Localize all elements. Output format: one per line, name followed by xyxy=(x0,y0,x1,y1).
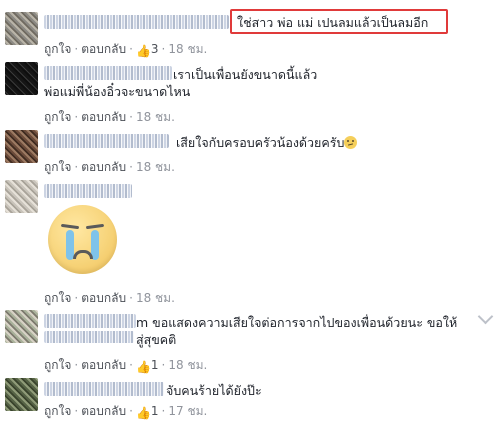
separator: · xyxy=(74,160,79,174)
highlight-box xyxy=(230,9,448,34)
avatar[interactable] xyxy=(5,12,38,45)
author-name-blurred[interactable] xyxy=(44,15,229,29)
author-name-blurred[interactable] xyxy=(44,66,172,80)
separator: · xyxy=(161,358,166,372)
thumbs-up-icon: 👍 xyxy=(135,360,151,374)
author-name-blurred[interactable] xyxy=(44,314,136,328)
avatar[interactable] xyxy=(5,378,38,411)
comment-text: จับคนร้ายได้ยังป๊ะ xyxy=(166,383,262,398)
timestamp[interactable]: 18 ชม. xyxy=(168,42,207,56)
author-name-blurred[interactable] xyxy=(44,382,164,396)
separator: · xyxy=(74,110,79,124)
reply-link[interactable]: ตอบกลับ xyxy=(81,291,126,305)
like-count[interactable]: 1 xyxy=(151,358,159,372)
separator: · xyxy=(129,291,133,305)
like-count[interactable]: 1 xyxy=(151,404,159,418)
like-link[interactable]: ถูกใจ xyxy=(44,160,71,174)
separator: · xyxy=(74,404,79,418)
like-link[interactable]: ถูกใจ xyxy=(44,291,71,305)
timestamp[interactable]: 18 ชม. xyxy=(136,160,175,174)
avatar[interactable] xyxy=(5,310,38,343)
avatar[interactable] xyxy=(5,130,38,163)
like-link[interactable]: ถูกใจ xyxy=(44,110,71,124)
reply-link[interactable]: ตอบกลับ xyxy=(81,404,126,418)
timestamp[interactable]: 18 ชม. xyxy=(136,110,175,124)
separator: · xyxy=(129,110,133,124)
separator: · xyxy=(74,291,79,305)
author-name-blurred[interactable] xyxy=(44,134,169,148)
comment-actions: ถูกใจ · ตอบกลับ · 👍3 · 18 ชม. xyxy=(44,40,207,59)
sticker-brow-left xyxy=(60,223,80,230)
comment-text-line2: สู่สุขคติ xyxy=(136,332,177,347)
comment-text-line1: m ขอแสดงความเสียใจต่อการจากไปของเพื่อนด้… xyxy=(136,315,458,330)
separator: · xyxy=(161,404,166,418)
avatar[interactable] xyxy=(5,180,38,213)
timestamp[interactable]: 18 ชม. xyxy=(168,358,207,372)
author-name-blurred[interactable] xyxy=(44,184,132,198)
like-count[interactable]: 3 xyxy=(151,42,159,56)
separator: · xyxy=(161,42,166,56)
comment-text-content: เสียใจกับครอบครัวน้องด้วยครับ xyxy=(176,135,345,150)
comment-actions: ถูกใจ · ตอบกลับ · 👍1 · 18 ชม. xyxy=(44,356,207,375)
sticker-brow-right xyxy=(85,223,105,230)
comment-text-line2: พ่อแม่พี่น้องอิ๋วจะขนาดไหน xyxy=(44,84,191,99)
separator: · xyxy=(74,42,79,56)
comment-actions: ถูกใจ · ตอบกลับ · 👍1 · 17 ชม. xyxy=(44,402,207,421)
crying-face-sticker xyxy=(48,205,117,274)
author-name-blurred xyxy=(44,331,134,343)
comment-actions: ถูกใจ · ตอบกลับ · 18 ชม. xyxy=(44,289,175,308)
reply-link[interactable]: ตอบกลับ xyxy=(81,42,126,56)
comment-actions: ถูกใจ · ตอบกลับ · 18 ชม. xyxy=(44,108,175,127)
like-link[interactable]: ถูกใจ xyxy=(44,404,71,418)
timestamp[interactable]: 17 ชม. xyxy=(168,404,207,418)
reply-link[interactable]: ตอบกลับ xyxy=(81,160,126,174)
timestamp[interactable]: 18 ชม. xyxy=(136,291,175,305)
reply-link[interactable]: ตอบกลับ xyxy=(81,110,126,124)
comment-actions: ถูกใจ · ตอบกลับ · 18 ชม. xyxy=(44,158,175,177)
separator: · xyxy=(129,160,133,174)
confused-face-icon xyxy=(344,136,358,149)
thumbs-up-icon: 👍 xyxy=(135,406,151,420)
like-link[interactable]: ถูกใจ xyxy=(44,358,71,372)
separator: · xyxy=(129,42,133,56)
avatar[interactable] xyxy=(5,62,38,95)
sticker-mouth xyxy=(73,250,93,259)
separator: · xyxy=(129,404,133,418)
thumbs-up-icon: 👍 xyxy=(135,44,151,58)
like-link[interactable]: ถูกใจ xyxy=(44,42,71,56)
separator: · xyxy=(129,358,133,372)
chevron-down-icon[interactable] xyxy=(477,308,494,325)
reply-link[interactable]: ตอบกลับ xyxy=(81,358,126,372)
comment-text-line1: เราเป็นเพื่อนยังขนาดนี้แล้ว xyxy=(173,67,318,82)
comment-text: เสียใจกับครอบครัวน้องด้วยครับ xyxy=(176,133,358,153)
separator: · xyxy=(74,358,79,372)
